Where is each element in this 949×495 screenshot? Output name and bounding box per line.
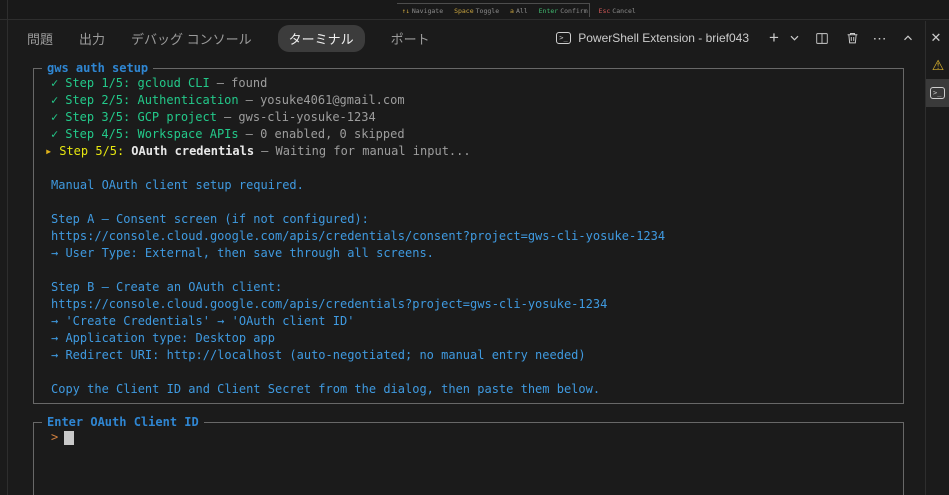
setup-box: gws auth setup ✓Step 1/5: gcloud CLI— fo… xyxy=(33,68,904,404)
tab-problems[interactable]: 問題 xyxy=(27,29,53,48)
terminal-header: >_ PowerShell Extension - brief043 + ⋯ ✕ xyxy=(556,21,947,55)
hint-confirm: EnterConfirm xyxy=(539,7,588,15)
prompt-chevron: > xyxy=(51,429,58,446)
tab-output[interactable]: 出力 xyxy=(79,29,105,48)
terminal-title: PowerShell Extension - brief043 xyxy=(578,31,749,45)
message-line: Manual OAuth client setup required. xyxy=(34,177,903,194)
new-terminal-button[interactable]: + xyxy=(765,27,783,49)
split-terminal-button[interactable] xyxy=(813,27,831,49)
step-b-note: → Application type: Desktop app xyxy=(34,330,903,347)
tab-debug-console[interactable]: デバッグ コンソール xyxy=(131,29,252,48)
hint-cancel: EscCancel xyxy=(599,7,636,15)
step-b-note: → Redirect URI: http://localhost (auto-n… xyxy=(34,347,903,364)
prompt-hint-footer: ↑↓Navigate SpaceToggle aAll EnterConfirm… xyxy=(402,7,643,15)
step-b-title: Step B — Create an OAuth client: xyxy=(34,279,903,296)
blank-line xyxy=(34,194,903,211)
close-panel-button[interactable]: ✕ xyxy=(927,27,945,49)
copy-note: Copy the Client ID and Client Secret fro… xyxy=(34,381,903,398)
active-terminal-label[interactable]: >_ PowerShell Extension - brief043 xyxy=(556,31,749,45)
setup-box-title: gws auth setup xyxy=(42,60,153,77)
step-line: ✓Step 1/5: gcloud CLI— found xyxy=(34,75,903,92)
hint-toggle: SpaceToggle xyxy=(454,7,499,15)
editor-strip: ↑↓Navigate SpaceToggle aAll EnterConfirm… xyxy=(0,0,949,20)
warning-icon: ⚠ xyxy=(929,56,947,74)
step-line: ✓Step 4/5: Workspace APIs— 0 enabled, 0 … xyxy=(34,126,903,143)
maximize-panel-button[interactable] xyxy=(899,27,917,49)
step-a-title: Step A — Consent screen (if not configur… xyxy=(34,211,903,228)
step-a-note: → User Type: External, then save through… xyxy=(34,245,903,262)
terminal-profile-dropdown-icon[interactable] xyxy=(785,27,803,49)
kill-terminal-button[interactable] xyxy=(843,27,861,49)
hint-all: aAll xyxy=(510,7,528,15)
hint-navigate: ↑↓Navigate xyxy=(402,7,443,15)
blank-line xyxy=(34,364,903,381)
vscode-terminal-panel: ↑↓Navigate SpaceToggle aAll EnterConfirm… xyxy=(0,0,949,495)
blank-line xyxy=(34,262,903,279)
client-id-input-box: Enter OAuth Client ID > xyxy=(33,422,904,495)
terminal-tab-item[interactable]: >_ xyxy=(926,79,949,107)
blank-line xyxy=(34,160,903,177)
more-actions-button[interactable]: ⋯ xyxy=(871,27,889,49)
client-id-input-title: Enter OAuth Client ID xyxy=(42,414,204,431)
step-line: ✓Step 3/5: GCP project— gws-cli-yosuke-1… xyxy=(34,109,903,126)
terminal-cursor xyxy=(64,429,74,445)
step-line-current: ▸Step 5/5:OAuth credentials— Waiting for… xyxy=(34,143,903,160)
step-a-url-link[interactable]: https://console.cloud.google.com/apis/cr… xyxy=(34,228,903,245)
terminal-viewport[interactable]: gws auth setup ✓Step 1/5: gcloud CLI— fo… xyxy=(0,55,925,495)
terminal-icon: >_ xyxy=(930,87,945,99)
step-line: ✓Step 2/5: Authentication— yosuke4061@gm… xyxy=(34,92,903,109)
tab-terminal[interactable]: ターミナル xyxy=(278,25,365,52)
step-b-url-link[interactable]: https://console.cloud.google.com/apis/cr… xyxy=(34,296,903,313)
step-b-note: → 'Create Credentials' → 'OAuth client I… xyxy=(34,313,903,330)
terminal-icon: >_ xyxy=(556,32,571,44)
prompt-box-border-fragment xyxy=(397,3,589,4)
tab-ports[interactable]: ポート xyxy=(391,29,430,48)
